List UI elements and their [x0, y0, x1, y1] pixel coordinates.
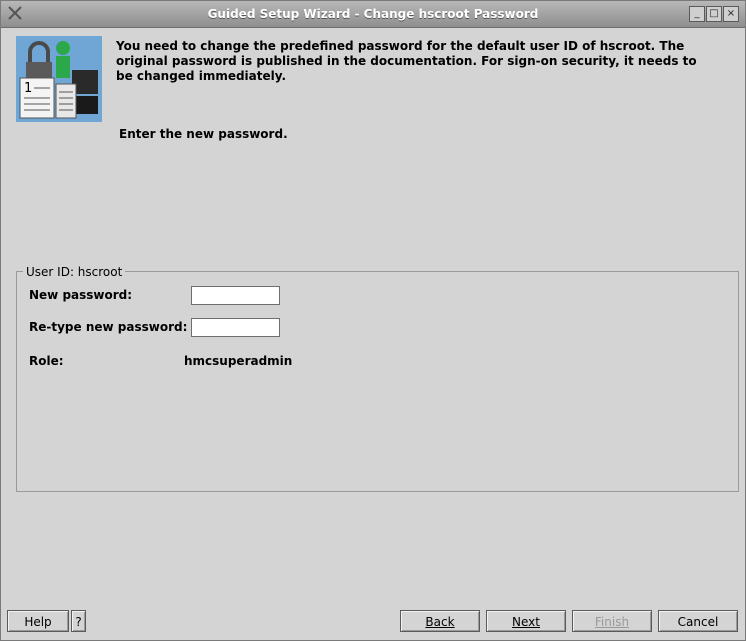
- prompt-label: Enter the new password.: [119, 127, 288, 141]
- role-value: hmcsuperadmin: [184, 354, 293, 368]
- role-label: Role:: [29, 354, 64, 368]
- security-logo-icon: 1: [16, 36, 102, 122]
- retype-password-input[interactable]: [191, 318, 280, 337]
- help-button[interactable]: Help: [7, 610, 69, 632]
- new-password-label: New password:: [29, 288, 133, 302]
- svg-text:1: 1: [24, 81, 32, 96]
- title-bar[interactable]: Guided Setup Wizard - Change hscroot Pas…: [1, 1, 745, 28]
- window-title: Guided Setup Wizard - Change hscroot Pas…: [207, 7, 539, 21]
- context-help-button[interactable]: ?: [71, 610, 86, 632]
- user-id-group: [16, 271, 739, 492]
- finish-button[interactable]: Finish: [572, 610, 652, 632]
- intro-text: You need to change the predefined passwo…: [116, 39, 697, 83]
- maximize-button[interactable]: □: [706, 6, 722, 22]
- finish-button-label: Finish: [594, 615, 630, 629]
- retype-password-label: Re-type new password:: [29, 320, 188, 334]
- next-button[interactable]: Next: [486, 610, 566, 632]
- next-button-label: Next: [512, 615, 540, 629]
- back-button[interactable]: Back: [400, 610, 480, 632]
- group-legend: User ID: hscroot: [23, 265, 126, 279]
- new-password-input[interactable]: [191, 286, 280, 305]
- cancel-button[interactable]: Cancel: [658, 610, 738, 632]
- close-button[interactable]: ×: [723, 6, 739, 22]
- wizard-window: Guided Setup Wizard - Change hscroot Pas…: [0, 0, 746, 641]
- minimize-button[interactable]: _: [689, 6, 705, 22]
- back-button-label: Back: [425, 615, 455, 629]
